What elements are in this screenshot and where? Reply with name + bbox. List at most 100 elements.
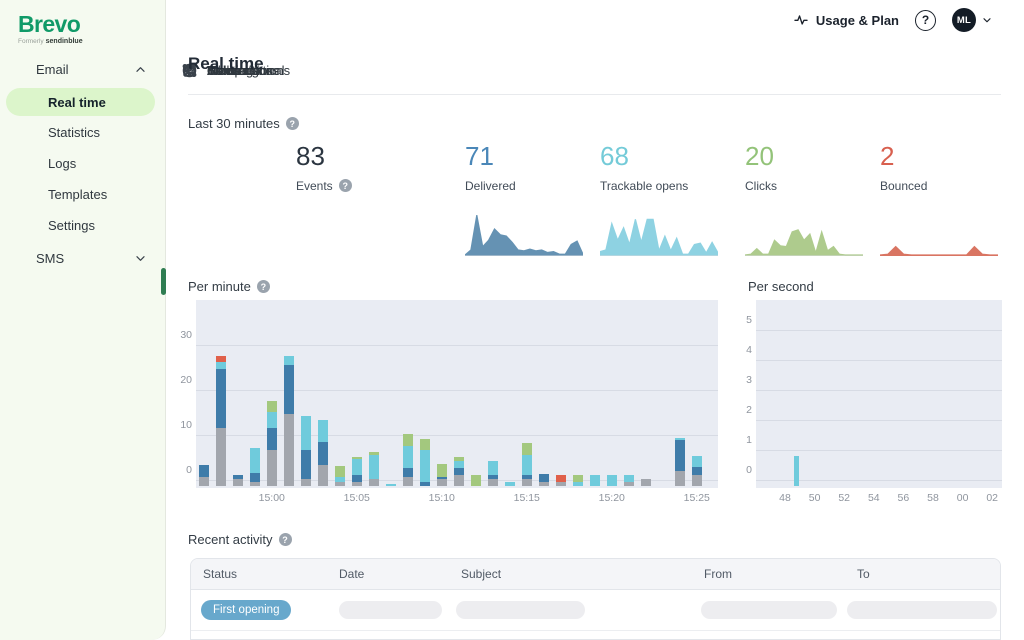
sidebar-item-label: Real time	[48, 94, 106, 110]
bar-segment-sent	[284, 414, 294, 486]
stat-label: Events?	[296, 179, 426, 193]
bar-segment-trackable_opens	[692, 456, 702, 468]
stat-value: 83	[296, 141, 325, 171]
stacked-bar	[675, 300, 685, 488]
gridline	[756, 390, 1002, 391]
redacted-cell	[339, 601, 442, 619]
sidebar-item-sms[interactable]: SMS	[0, 241, 165, 275]
stacked-bar	[301, 300, 311, 488]
sidebar-item-templates[interactable]: Templates	[0, 179, 165, 210]
bar-segment-trackable_opens	[284, 355, 294, 365]
help-icon[interactable]: ?	[338, 179, 352, 193]
stat-label-text: Delivered	[465, 178, 516, 193]
stacked-bar	[267, 300, 277, 488]
bar-segment-trackable_opens	[454, 461, 464, 468]
stat-label: Trackable opens	[600, 179, 730, 193]
help-button[interactable]: ?	[915, 9, 936, 31]
table-row[interactable]	[191, 631, 1000, 639]
x-tick-label: 15:20	[598, 492, 625, 504]
stacked-bar	[386, 300, 396, 488]
per-second-label: Per second	[748, 279, 814, 294]
topbar: Usage & Plan ? ML	[793, 8, 998, 32]
bar-segment-trackable_opens	[301, 416, 311, 450]
bar-segment-sent	[539, 481, 549, 486]
bar-segment-trackable_opens	[607, 474, 617, 486]
sidebar-item-statistics[interactable]: Statistics	[0, 117, 165, 148]
sparkline-clicks	[744, 211, 863, 259]
help-icon[interactable]: ?	[285, 117, 299, 130]
bar-segment-clicks	[454, 456, 464, 462]
bar-segment-sent	[369, 479, 379, 486]
stat-label: Clicks	[745, 179, 875, 193]
bar-segment-sent	[488, 479, 498, 486]
bar-segment-bounced	[216, 356, 226, 363]
stacked-bar	[437, 300, 447, 488]
help-icon[interactable]: ?	[256, 280, 270, 293]
stat-value: 71	[465, 141, 494, 171]
bar-segment-delivered	[250, 472, 260, 482]
redacted-cell	[847, 601, 997, 619]
stacked-bar	[199, 300, 209, 488]
sidebar-item-settings[interactable]: Settings	[0, 210, 165, 241]
help-icon[interactable]: ?	[278, 533, 292, 546]
sidebar-item-label: Settings	[48, 218, 95, 233]
bar-segment-trackable_opens	[352, 459, 362, 475]
gridline	[756, 420, 1002, 421]
bar-segment-trackable_opens	[420, 450, 430, 482]
y-axis-label: 0	[186, 464, 192, 476]
sidebar-item-real-time[interactable]: Real time	[6, 88, 155, 116]
column-header-to: To	[857, 567, 870, 581]
bar-segment-sent	[403, 477, 413, 486]
stacked-bar	[454, 300, 464, 488]
bar-segment-sent	[267, 450, 277, 486]
bar-segment-delivered	[420, 481, 430, 486]
x-tick-label: 02	[986, 492, 999, 504]
brevo-logo[interactable]: Brevo Formerly sendinblue	[0, 0, 165, 46]
sidebar-item-logs[interactable]: Logs	[0, 148, 165, 179]
bar-segment-sent	[301, 479, 311, 486]
account-menu[interactable]: ML	[952, 8, 998, 32]
bar-segment-clicks	[522, 443, 532, 455]
bar-segment-sent	[250, 481, 260, 486]
last-30-minutes-label: Last 30 minutes?	[188, 116, 299, 131]
x-tick-label: 15:05	[343, 492, 370, 504]
bar-segment-delivered	[437, 477, 447, 480]
stacked-bar	[284, 300, 294, 488]
table-row[interactable]: First opening	[191, 590, 1000, 631]
bar-segment-trackable_opens	[250, 447, 260, 473]
sidebar-item-label: Statistics	[48, 125, 101, 140]
bar-segment-delivered	[488, 474, 498, 480]
stats-row: 83 Events? 71 Delivered 68 Trackable opens 2…	[166, 0, 1024, 270]
bar-segment-delivered	[352, 474, 362, 482]
bar-segment-sent	[437, 479, 447, 486]
per-second-chart	[756, 300, 1002, 488]
sidebar-item-email[interactable]: Email	[0, 52, 165, 86]
brevo-wordmark: Brevo	[18, 11, 81, 37]
bar-segment-sent	[199, 477, 209, 486]
brevo-logo-subtitle: Formerly sendinblue	[18, 38, 83, 45]
bar-segment-clicks	[352, 456, 362, 459]
bar-segment-sent	[675, 471, 685, 486]
bar-segment-sent	[641, 478, 651, 486]
stat-events: 83 Events?	[296, 142, 426, 193]
stacked-bar	[505, 300, 515, 488]
stacked-bar	[318, 300, 328, 488]
recent-activity-table: Status Date Subject From To First opening	[190, 558, 1001, 640]
x-tick-label: 15:15	[513, 492, 540, 504]
stacked-bar	[369, 300, 379, 488]
sidebar: Brevo Formerly sendinblue Home Contacts Cam…	[0, 0, 290, 640]
y-axis-label: 2	[746, 404, 752, 416]
usage-plan-button[interactable]: Usage & Plan	[793, 12, 899, 28]
bar-segment-clicks	[573, 474, 583, 482]
bar-segment-trackable_opens	[675, 437, 685, 441]
stat-label-text: Trackable opens	[600, 178, 689, 193]
bar-segment-trackable_opens	[216, 362, 226, 369]
bar-segment-sent	[335, 481, 345, 486]
bar-segment-delivered	[692, 467, 702, 476]
pulse-icon	[793, 12, 810, 28]
redacted-cell	[701, 601, 837, 619]
bar-segment-delivered	[675, 440, 685, 472]
account-chevron-down-icon	[981, 14, 998, 26]
y-axis-label: 10	[180, 419, 192, 431]
bar-segment-sent	[352, 481, 362, 486]
